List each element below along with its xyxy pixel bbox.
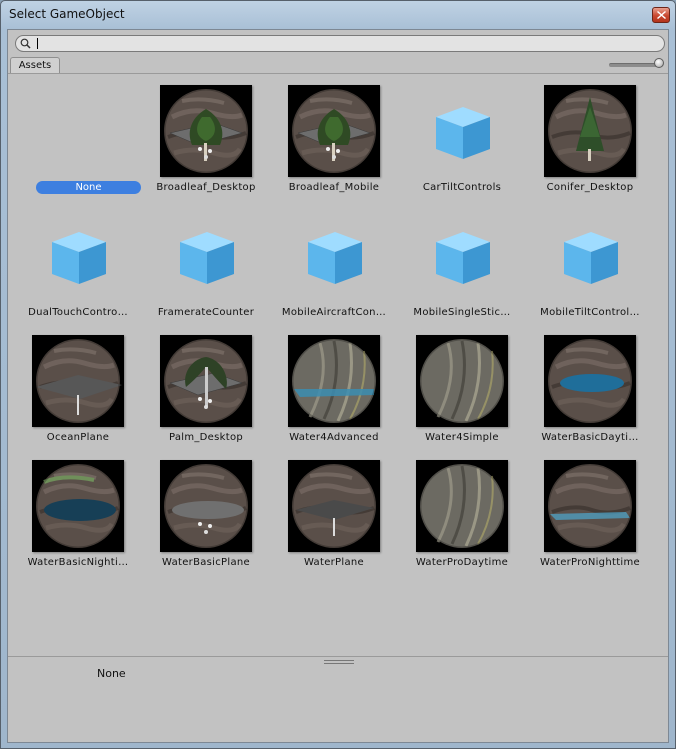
asset-label: Water4Advanced xyxy=(289,432,379,443)
asset-item[interactable]: MobileAircraftCon… xyxy=(270,199,398,319)
asset-item[interactable]: Conifer_Desktop xyxy=(526,74,654,194)
none-item-label[interactable]: None xyxy=(36,181,141,194)
asset-label: WaterProDaytime xyxy=(415,557,509,568)
asset-item[interactable]: Broadleaf_Mobile xyxy=(270,74,398,194)
title-bar[interactable]: Select GameObject xyxy=(1,1,675,28)
asset-item[interactable]: FramerateCounter xyxy=(142,199,270,319)
selected-object-name: None xyxy=(97,667,126,680)
close-button[interactable] xyxy=(652,7,670,23)
asset-thumbnail xyxy=(416,460,508,552)
asset-label: Water4Simple xyxy=(425,432,499,443)
asset-item[interactable]: None xyxy=(14,74,142,194)
zoom-slider-thumb[interactable] xyxy=(654,58,664,68)
close-icon xyxy=(657,11,666,19)
asset-item[interactable]: Water4Advanced xyxy=(270,324,398,444)
asset-item[interactable]: WaterPlane xyxy=(270,449,398,569)
asset-thumbnail xyxy=(32,335,124,427)
asset-thumbnail xyxy=(160,335,252,427)
asset-label: MobileTiltControl… xyxy=(540,307,640,318)
prefab-cube-icon xyxy=(160,210,252,302)
asset-thumbnail xyxy=(288,335,380,427)
asset-label: OceanPlane xyxy=(46,432,110,443)
asset-item[interactable]: WaterProNighttime xyxy=(526,449,654,569)
tab-assets[interactable]: Assets xyxy=(10,57,60,73)
asset-label: Palm_Desktop xyxy=(168,432,244,443)
object-picker-panel: Assets None Broadleaf_Desktop Broadleaf_Mo… xyxy=(7,29,669,743)
asset-grid: None Broadleaf_Desktop Broadleaf_Mobile Car… xyxy=(8,74,668,654)
asset-label: WaterProNighttime xyxy=(540,557,640,568)
resize-grip[interactable] xyxy=(324,660,354,666)
asset-item[interactable]: OceanPlane xyxy=(14,324,142,444)
asset-label: WaterPlane xyxy=(304,557,364,568)
asset-item[interactable]: Palm_Desktop xyxy=(142,324,270,444)
asset-label: DualTouchContro… xyxy=(28,307,128,318)
prefab-cube-icon xyxy=(32,210,124,302)
window-title: Select GameObject xyxy=(9,7,125,21)
asset-thumbnail xyxy=(32,460,124,552)
asset-thumbnail xyxy=(544,85,636,177)
asset-item[interactable]: MobileSingleStic… xyxy=(398,199,526,319)
asset-item[interactable]: WaterProDaytime xyxy=(398,449,526,569)
asset-label: WaterBasicPlane xyxy=(162,557,250,568)
asset-label: MobileSingleStic… xyxy=(413,307,511,318)
select-gameobject-window: Select GameObject Assets None Broadleaf_D… xyxy=(0,0,676,749)
prefab-cube-icon xyxy=(544,210,636,302)
asset-thumbnail xyxy=(544,335,636,427)
asset-item[interactable]: DualTouchContro… xyxy=(14,199,142,319)
asset-thumbnail xyxy=(288,460,380,552)
asset-label: Broadleaf_Mobile xyxy=(288,182,380,193)
asset-label: FramerateCounter xyxy=(157,307,255,318)
asset-thumbnail xyxy=(160,460,252,552)
asset-item[interactable]: CarTiltControls xyxy=(398,74,526,194)
preview-divider xyxy=(8,656,668,657)
asset-label: WaterBasicDayti… xyxy=(541,432,639,443)
search-input[interactable] xyxy=(38,36,648,51)
asset-item[interactable]: WaterBasicNighti… xyxy=(14,449,142,569)
asset-thumbnail xyxy=(416,335,508,427)
asset-item[interactable]: MobileTiltControl… xyxy=(526,199,654,319)
zoom-slider-track[interactable] xyxy=(609,63,659,67)
asset-item[interactable]: Water4Simple xyxy=(398,324,526,444)
asset-item[interactable]: Broadleaf_Desktop xyxy=(142,74,270,194)
asset-label: Broadleaf_Desktop xyxy=(156,182,256,193)
asset-label: CarTiltControls xyxy=(422,182,502,193)
asset-item[interactable]: WaterBasicDayti… xyxy=(526,324,654,444)
asset-item[interactable]: WaterBasicPlane xyxy=(142,449,270,569)
asset-label: WaterBasicNighti… xyxy=(27,557,129,568)
asset-label: MobileAircraftCon… xyxy=(281,307,387,318)
asset-thumbnail xyxy=(160,85,252,177)
prefab-cube-icon xyxy=(416,85,508,177)
search-icon xyxy=(20,38,31,49)
asset-thumbnail xyxy=(288,85,380,177)
asset-label: Conifer_Desktop xyxy=(546,182,634,193)
prefab-cube-icon xyxy=(416,210,508,302)
search-field[interactable] xyxy=(15,35,665,52)
asset-thumbnail xyxy=(544,460,636,552)
prefab-cube-icon xyxy=(288,210,380,302)
